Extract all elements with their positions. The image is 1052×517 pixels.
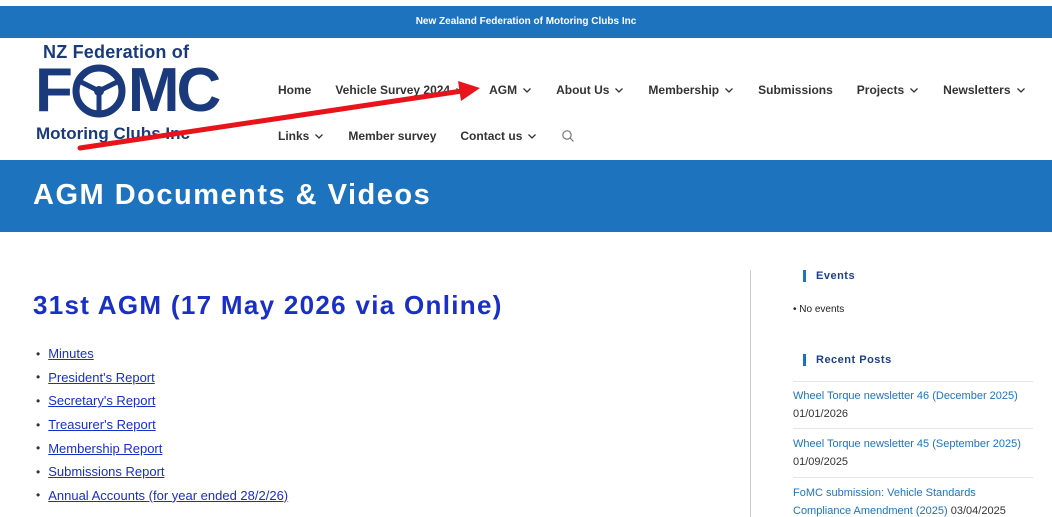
list-item: Minutes (36, 342, 288, 366)
chevron-down-icon (528, 134, 537, 139)
nav-label: Contact us (460, 129, 523, 143)
recent-post-link[interactable]: FoMC submission: Vehicle Standards Compl… (793, 487, 976, 517)
chevron-down-icon (315, 134, 324, 139)
nav-label: Links (278, 129, 310, 143)
chevron-down-icon (523, 88, 532, 93)
search-icon (562, 130, 575, 142)
list-item: President's Report (36, 366, 288, 390)
nav-label: Projects (856, 83, 905, 97)
recent-post-item: Wheel Torque newsletter 46 (December 202… (793, 387, 1033, 423)
logo-letter-f: F (35, 56, 73, 125)
events-widget-title: Events (803, 270, 855, 282)
recent-post-date: 01/01/2026 (793, 408, 849, 420)
list-item: Annual Accounts (for year ended 28/2/26) (36, 484, 288, 508)
nav-item-projects[interactable]: Projects (857, 83, 919, 97)
document-link-submissions-report[interactable]: Submissions Report (48, 464, 164, 479)
nav-item-member-survey[interactable]: Member survey (348, 129, 436, 143)
nav-item-membership[interactable]: Membership (648, 83, 734, 97)
nav-label: About Us (556, 83, 610, 97)
chevron-down-icon (456, 88, 465, 93)
top-bar: New Zealand Federation of Motoring Clubs… (0, 6, 1052, 38)
recent-post-item: FoMC submission: Vehicle Standards Compl… (793, 484, 1033, 517)
main-content: 31st AGM (17 May 2026 via Online) Minute… (0, 232, 1052, 517)
recent-post-date: 01/09/2025 (793, 456, 849, 468)
top-bar-text: New Zealand Federation of Motoring Clubs… (415, 16, 637, 27)
nav-item-vehicle-survey[interactable]: Vehicle Survey 2024 (335, 83, 465, 97)
title-accent-bar (803, 270, 806, 282)
nav-label: Vehicle Survey 2024 (335, 83, 451, 97)
page-title: AGM Documents & Videos (33, 179, 432, 211)
logo-mark: F MC (35, 56, 221, 125)
document-link-minutes[interactable]: Minutes (48, 346, 94, 361)
site-logo[interactable]: NZ Federation of F MC Motoring Clubs Inc (30, 42, 221, 147)
nav-label: Member survey (348, 129, 437, 143)
main-nav-row-1: Home Vehicle Survey 2024 AGM About Us Me… (278, 83, 1026, 97)
nav-item-contact-us[interactable]: Contact us (460, 129, 537, 143)
chevron-down-icon (910, 88, 919, 93)
document-link-membership-report[interactable]: Membership Report (48, 441, 162, 456)
nav-label: Newsletters (943, 83, 1011, 97)
events-title-text: Events (816, 270, 856, 282)
chevron-down-icon (615, 88, 624, 93)
nav-label: Home (278, 83, 312, 97)
recent-posts-widget-title: Recent Posts (803, 354, 892, 366)
agm-heading: 31st AGM (17 May 2026 via Online) (33, 290, 503, 320)
document-link-secretarys-report[interactable]: Secretary's Report (48, 393, 155, 408)
post-separator (793, 428, 1033, 429)
agm-document-list: Minutes President's Report Secretary's R… (36, 342, 288, 507)
no-events-item: • No events (793, 304, 845, 315)
post-separator (793, 381, 1033, 382)
recent-posts-title-text: Recent Posts (816, 354, 892, 366)
recent-post-date: 03/04/2025 (950, 505, 1006, 517)
search-toggle[interactable] (561, 129, 575, 143)
nav-item-about-us[interactable]: About Us (556, 83, 624, 97)
nav-item-home[interactable]: Home (278, 83, 311, 97)
list-item: Submissions Report (36, 460, 288, 484)
nav-item-links[interactable]: Links (278, 129, 324, 143)
document-link-treasurers-report[interactable]: Treasurer's Report (48, 417, 155, 432)
nav-label: Submissions (758, 83, 833, 97)
nav-item-newsletters[interactable]: Newsletters (943, 83, 1025, 97)
list-item: Membership Report (36, 436, 288, 460)
recent-post-link[interactable]: Wheel Torque newsletter 46 (December 202… (793, 390, 1018, 402)
title-accent-bar (803, 354, 806, 366)
recent-post-title: FoMC submission: Vehicle Standards Compl… (793, 487, 976, 517)
sidebar-divider (750, 270, 751, 517)
nav-item-agm[interactable]: AGM (489, 83, 532, 97)
logo-letters-mc: MC (127, 56, 221, 125)
nav-label: AGM (489, 83, 518, 97)
page-banner: AGM Documents & Videos (0, 160, 1052, 232)
recent-post-item: Wheel Torque newsletter 45 (September 20… (793, 435, 1033, 471)
chevron-down-icon (725, 88, 734, 93)
chevron-down-icon (1016, 88, 1025, 93)
recent-post-link[interactable]: Wheel Torque newsletter 45 (September 20… (793, 438, 1021, 450)
post-separator (793, 477, 1033, 478)
nav-item-submissions[interactable]: Submissions (758, 83, 833, 97)
nav-label: Membership (648, 83, 720, 97)
document-link-annual-accounts[interactable]: Annual Accounts (for year ended 28/2/26) (48, 488, 288, 503)
steering-wheel-icon (72, 64, 126, 118)
no-events-text: No events (799, 304, 845, 315)
list-item: Treasurer's Report (36, 413, 288, 437)
list-item: Secretary's Report (36, 389, 288, 413)
logo-bottom-text: Motoring Clubs Inc (36, 124, 190, 143)
document-link-presidents-report[interactable]: President's Report (48, 370, 155, 385)
main-nav-row-2: Links Member survey Contact us (278, 129, 599, 143)
